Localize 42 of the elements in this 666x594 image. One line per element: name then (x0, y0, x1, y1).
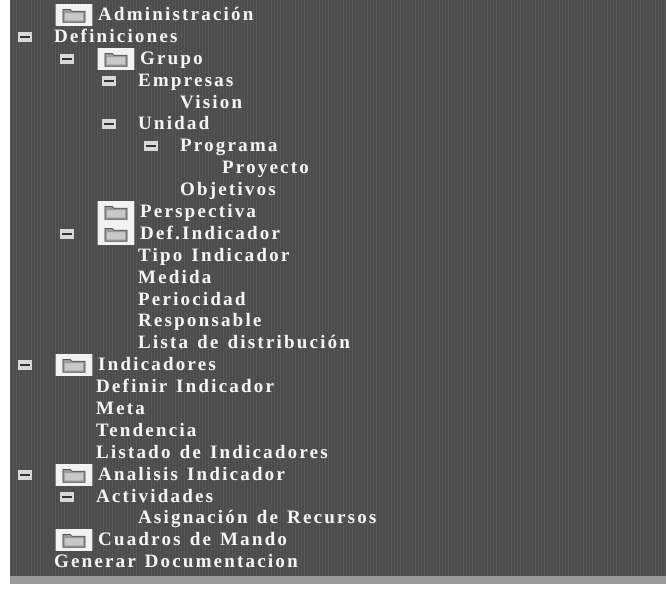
tree-item[interactable]: Tendencia (96, 420, 199, 441)
tree-item[interactable]: Cuadros de Mando (98, 530, 290, 550)
tree-item[interactable]: Objetivos (180, 180, 278, 200)
folder-icon (96, 222, 136, 245)
tree-item[interactable]: Programa (180, 136, 280, 156)
folder-icon (96, 200, 136, 223)
folder-icon (54, 529, 94, 552)
tree-item[interactable]: Definiciones (54, 26, 180, 47)
folder-icon (96, 48, 136, 70)
tree-item[interactable]: Meta (96, 398, 147, 419)
folder-icon (54, 464, 94, 486)
tree-item[interactable]: Vision (180, 92, 244, 112)
collapse-icon[interactable] (144, 141, 158, 152)
tree-item[interactable]: Asignación de Recursos (138, 508, 379, 528)
tree-item[interactable]: Lista de distribución (138, 333, 352, 354)
collapse-icon[interactable] (102, 119, 116, 130)
collapse-icon[interactable] (102, 76, 116, 86)
folder-icon (54, 4, 94, 26)
tree-item[interactable]: Analisis Indicador (98, 464, 288, 485)
tree-item[interactable]: Definir Indicador (96, 377, 276, 398)
tree-item[interactable]: Tipo Indicador (138, 246, 292, 266)
collapse-icon[interactable] (60, 492, 74, 502)
tree-item[interactable]: Empresas (138, 70, 236, 91)
tree-item[interactable]: Proyecto (222, 158, 311, 178)
tree-item[interactable]: Perspectiva (140, 202, 258, 222)
tree-item[interactable]: Grupo (140, 48, 205, 69)
tree-item[interactable]: Periocidad (138, 290, 248, 310)
tree-item[interactable]: Listado de Indicadores (96, 442, 330, 463)
tree-item[interactable]: Responsable (138, 311, 264, 332)
collapse-icon[interactable] (60, 54, 74, 64)
collapse-icon[interactable] (18, 360, 32, 370)
collapse-icon[interactable] (60, 228, 74, 239)
tree-item[interactable]: Administración (98, 4, 256, 25)
tree-item[interactable]: Actividades (96, 486, 216, 507)
tree-item[interactable]: Def.Indicador (140, 224, 282, 244)
tree-item[interactable]: Indicadores (98, 355, 218, 376)
tree-item[interactable]: Unidad (138, 114, 212, 134)
collapse-icon[interactable] (18, 470, 32, 480)
folder-icon (54, 354, 94, 376)
tree-item[interactable]: Generar Documentacion (54, 552, 300, 572)
tree-item[interactable]: Medida (138, 268, 214, 288)
collapse-icon[interactable] (18, 32, 32, 42)
